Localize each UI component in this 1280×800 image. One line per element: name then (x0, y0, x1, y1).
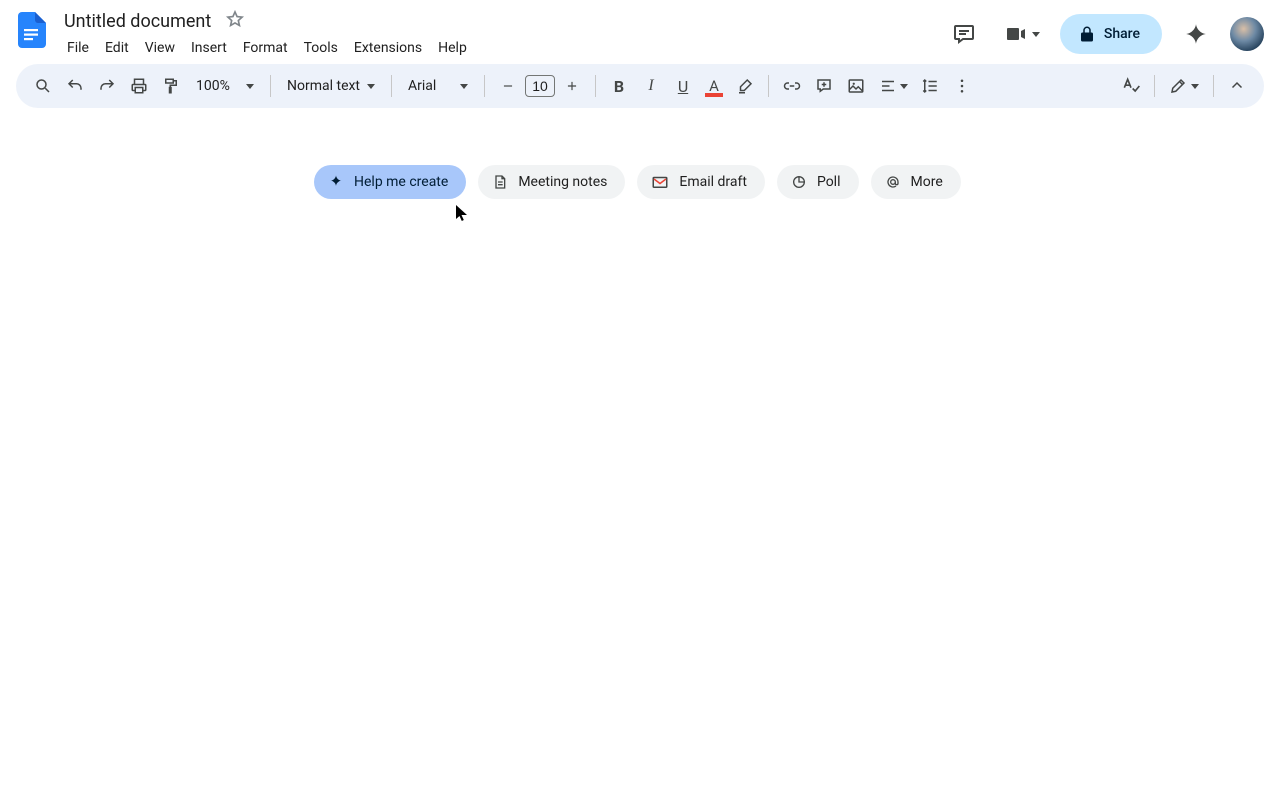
toolbar-separator (595, 75, 596, 97)
undo-icon[interactable] (60, 71, 90, 101)
sparkle-icon (328, 174, 344, 190)
zoom-select[interactable]: 100% (188, 71, 262, 101)
docs-logo-icon[interactable] (14, 12, 50, 48)
more-toolbar-icon[interactable] (947, 71, 977, 101)
chip-more[interactable]: More (871, 165, 961, 199)
increase-font-icon[interactable] (557, 71, 587, 101)
editing-mode-dropdown[interactable] (1163, 71, 1205, 101)
toolbar-separator (484, 75, 485, 97)
align-dropdown[interactable] (873, 71, 913, 101)
chip-poll[interactable]: Poll (777, 165, 859, 199)
poll-icon (791, 174, 807, 190)
font-size-input[interactable] (525, 75, 555, 97)
chevron-down-icon (246, 84, 254, 89)
search-menus-icon[interactable] (28, 71, 58, 101)
redo-icon[interactable] (92, 71, 122, 101)
video-icon (1004, 22, 1028, 46)
chip-label: Poll (817, 174, 841, 190)
share-label: Share (1104, 26, 1140, 42)
font-family-value: Arial (408, 78, 436, 94)
at-icon (885, 174, 901, 190)
insert-link-icon[interactable] (777, 71, 807, 101)
menu-edit[interactable]: Edit (98, 36, 136, 60)
gemini-icon[interactable] (1176, 14, 1216, 54)
text-color-icon[interactable]: A (700, 71, 728, 101)
insert-image-icon[interactable] (841, 71, 871, 101)
insert-comment-icon[interactable] (809, 71, 839, 101)
account-avatar[interactable] (1230, 17, 1264, 51)
highlight-icon[interactable] (730, 71, 760, 101)
menu-help[interactable]: Help (431, 36, 474, 60)
paragraph-style-value: Normal text (287, 78, 360, 94)
zoom-value: 100% (196, 78, 230, 94)
chip-label: Help me create (354, 174, 448, 190)
italic-icon[interactable]: I (636, 71, 666, 101)
lock-icon (1078, 25, 1096, 43)
paragraph-style-select[interactable]: Normal text (279, 71, 383, 101)
decrease-font-icon[interactable] (493, 71, 523, 101)
menu-view[interactable]: View (138, 36, 182, 60)
mouse-cursor-icon (456, 205, 468, 223)
document-icon (492, 174, 508, 190)
paint-format-icon[interactable] (156, 71, 186, 101)
chip-meeting-notes[interactable]: Meeting notes (478, 165, 625, 199)
chevron-down-icon (367, 84, 375, 89)
toolbar-separator (1154, 75, 1155, 97)
underline-icon[interactable]: U (668, 71, 698, 101)
document-title[interactable]: Untitled document (60, 10, 215, 33)
document-canvas[interactable] (0, 112, 1280, 800)
header: Untitled document File Edit View Insert … (0, 0, 1280, 60)
toolbar: 100% Normal text Arial B I U A (16, 64, 1264, 108)
comments-icon[interactable] (944, 14, 984, 54)
collapse-toolbar-icon[interactable] (1222, 71, 1252, 101)
email-icon (651, 173, 669, 191)
chip-help-me-create[interactable]: Help me create (314, 165, 466, 199)
share-button[interactable]: Share (1060, 14, 1162, 54)
toolbar-separator (270, 75, 271, 97)
toolbar-separator (768, 75, 769, 97)
chevron-down-icon (460, 84, 468, 89)
menu-extensions[interactable]: Extensions (347, 36, 429, 60)
chip-label: Meeting notes (518, 174, 607, 190)
menu-insert[interactable]: Insert (184, 36, 234, 60)
chip-label: More (911, 174, 943, 190)
star-icon[interactable] (225, 9, 245, 33)
font-family-select[interactable]: Arial (400, 71, 476, 101)
chevron-down-icon (1191, 84, 1199, 89)
building-blocks-row: Help me create Meeting notes Email draft… (314, 165, 961, 199)
chip-email-draft[interactable]: Email draft (637, 165, 765, 199)
menu-file[interactable]: File (60, 36, 96, 60)
toolbar-separator (1213, 75, 1214, 97)
chip-label: Email draft (679, 174, 747, 190)
chevron-down-icon (1032, 32, 1040, 37)
menu-tools[interactable]: Tools (297, 36, 345, 60)
menubar: File Edit View Insert Format Tools Exten… (60, 36, 474, 60)
menu-format[interactable]: Format (236, 36, 295, 60)
line-spacing-icon[interactable] (915, 71, 945, 101)
toolbar-separator (391, 75, 392, 97)
meet-button[interactable] (998, 14, 1046, 54)
print-icon[interactable] (124, 71, 154, 101)
bold-icon[interactable]: B (604, 71, 634, 101)
chevron-down-icon (900, 84, 908, 89)
spellcheck-icon[interactable] (1116, 71, 1146, 101)
